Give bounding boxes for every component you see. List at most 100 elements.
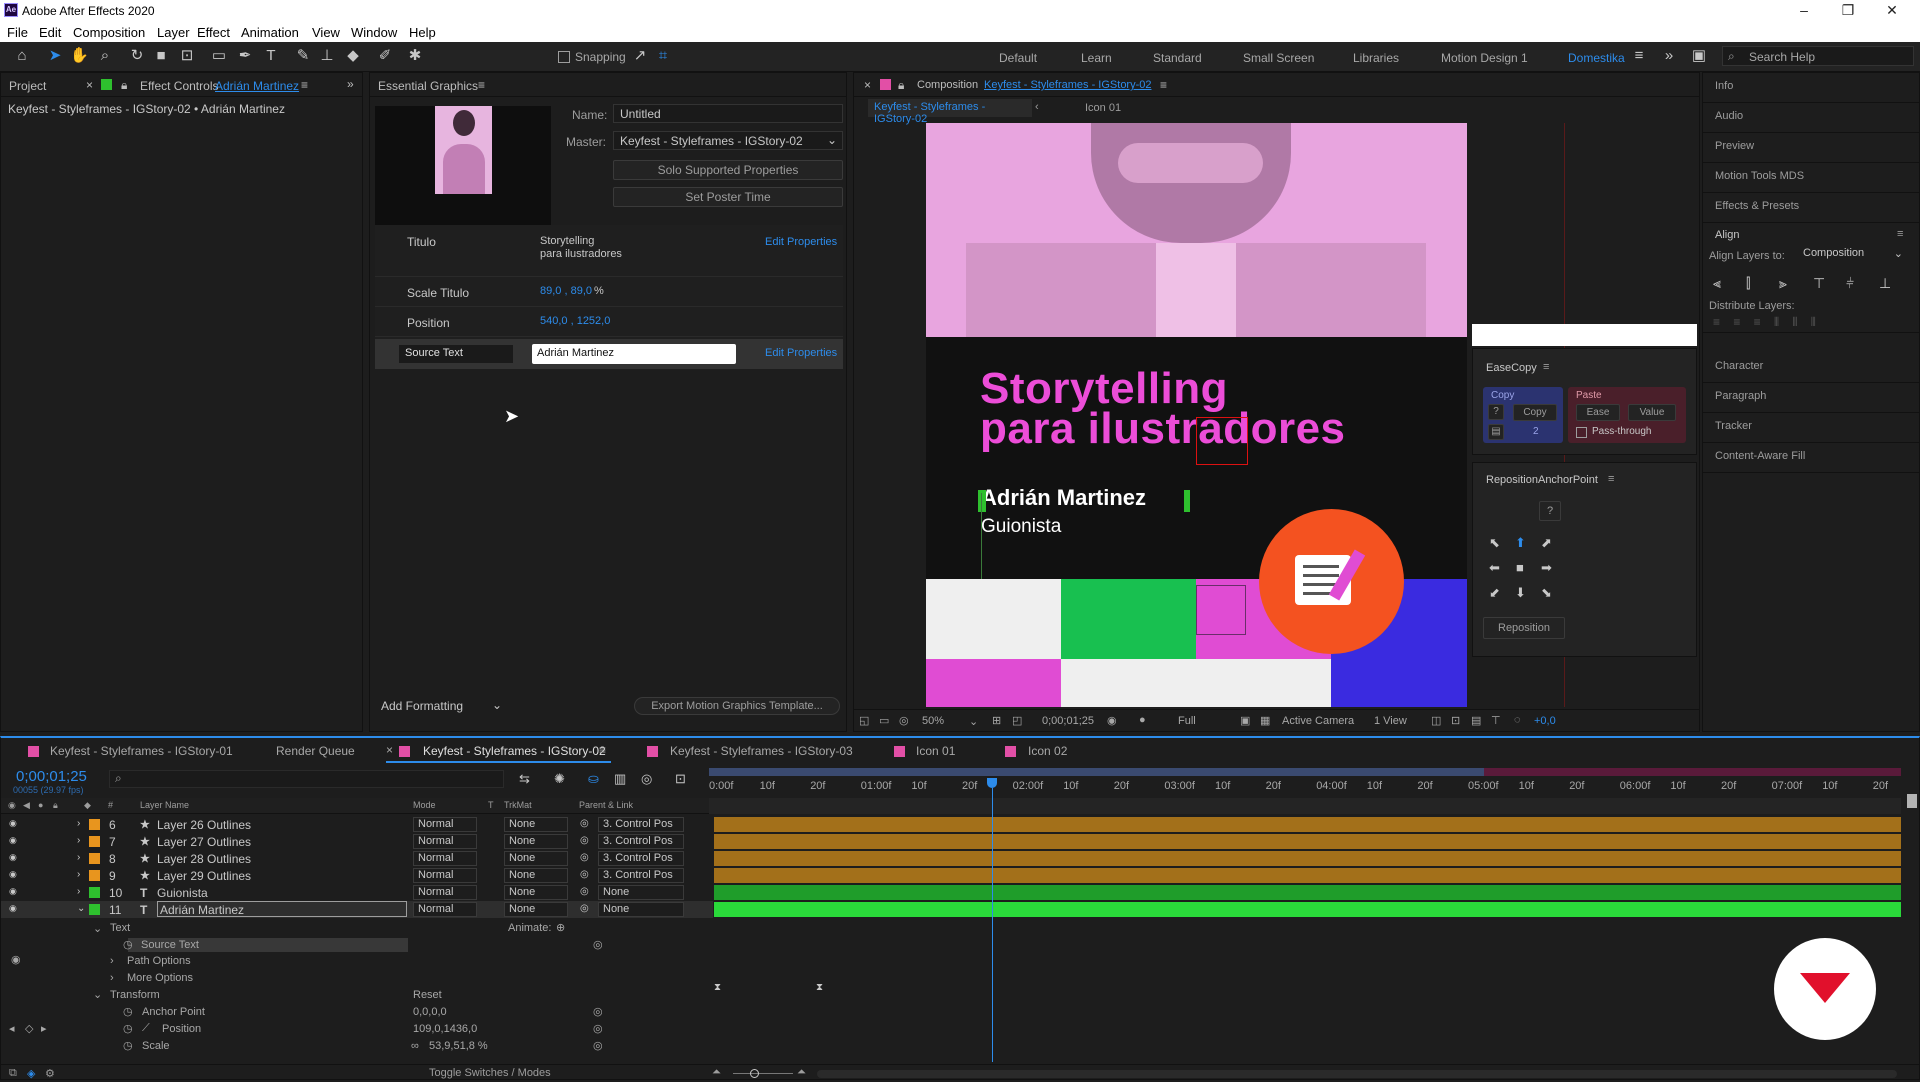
expand-arrow-icon[interactable]: › (77, 869, 80, 880)
shy-layers-icon[interactable]: ⛀ (588, 771, 599, 787)
align-layers-to-dropdown[interactable]: Composition ⌄ (1799, 247, 1905, 263)
align-v-center-icon[interactable]: ⫩ (1846, 275, 1854, 292)
layer-mode-dropdown[interactable]: Normal (413, 885, 477, 900)
workspace-domestika[interactable]: Domestika (1568, 51, 1625, 65)
layer-color-label[interactable] (89, 904, 100, 915)
expand-arrow-icon[interactable]: ⌄ (77, 903, 85, 914)
pen-tool-icon[interactable]: ✒ (236, 47, 254, 65)
toggle-switches-modes-button[interactable]: Toggle Switches / Modes (429, 1067, 551, 1079)
pickwhip-icon[interactable]: ◎ (580, 903, 589, 914)
expand-arrow-icon[interactable]: › (77, 886, 80, 897)
tab-effect-controls[interactable]: Effect Controls (140, 79, 218, 93)
edit-properties-link[interactable]: Edit Properties (765, 347, 837, 359)
layer-mode-dropdown[interactable]: Normal (413, 851, 477, 866)
snapshot-icon[interactable]: ◉ (1107, 714, 1117, 727)
scale-value[interactable]: 53,9,51,8 % (429, 1040, 488, 1052)
pan-behind-tool-icon[interactable]: ⊡ (178, 47, 196, 65)
animate-add-icon[interactable]: ⊕ (556, 921, 565, 934)
menu-composition[interactable]: Composition (73, 25, 145, 40)
comp-name-text[interactable]: Adrián Martinez (981, 485, 1146, 511)
layer-mode-dropdown[interactable]: Normal (413, 902, 477, 917)
solo-supported-properties-button[interactable]: Solo Supported Properties (613, 160, 843, 180)
name-field[interactable]: Untitled (613, 104, 843, 123)
anchor-bottom-right-icon[interactable]: ⬊ (1541, 585, 1552, 601)
ease-button[interactable]: Ease (1576, 404, 1620, 421)
pickwhip-icon[interactable]: ◎ (593, 938, 603, 951)
stopwatch-icon[interactable]: ◷ (123, 1005, 133, 1018)
toggle-pixel-icon[interactable]: ◫ (1431, 714, 1441, 727)
timeline-tab-icon-02[interactable]: Icon 02 (1028, 744, 1067, 758)
work-area-range[interactable] (709, 768, 1484, 776)
viewer-timecode[interactable]: 0;00;01;25 (1042, 715, 1094, 727)
pickwhip-icon[interactable]: ◎ (580, 852, 589, 863)
zoom-in-icon[interactable]: ⏶ (797, 1066, 806, 1079)
layer-mode-dropdown[interactable]: Normal (413, 834, 477, 849)
panel-character[interactable]: Character (1703, 353, 1919, 383)
close-tab-icon[interactable]: × (864, 78, 871, 92)
layer-parent-dropdown[interactable]: 3. Control Pos (598, 834, 684, 849)
add-formatting-dropdown[interactable]: Add Formatting ⌄ (375, 697, 506, 715)
comp-mini-flowchart-icon[interactable]: ⇆ (519, 771, 530, 787)
panel-menu-icon[interactable]: ≡ (478, 78, 485, 92)
menu-edit[interactable]: Edit (39, 25, 61, 40)
edit-properties-link[interactable]: Edit Properties (765, 236, 837, 248)
composition-tab-name[interactable]: Keyfest - Styleframes - IGStory-02 (984, 79, 1152, 91)
camera-dropdown[interactable]: Active Camera (1282, 715, 1354, 727)
time-ruler[interactable]: 0:00f 10f 20f 01:00f 10f 20f 02:00f 10f 20f 03:00… (707, 768, 1907, 814)
expand-arrow-icon[interactable]: › (110, 955, 114, 967)
pickwhip-icon[interactable]: ◎ (580, 869, 589, 880)
layer-parent-dropdown[interactable]: None (598, 902, 684, 917)
add-keyframe-icon[interactable]: ◇ (25, 1022, 33, 1035)
layer-color-label[interactable] (89, 819, 100, 830)
eye-icon[interactable]: ◉ (11, 953, 21, 966)
pass-through-checkbox[interactable] (1576, 427, 1587, 438)
always-preview-icon[interactable]: ◱ (859, 714, 869, 727)
menu-file[interactable]: File (7, 25, 28, 40)
panel-menu-icon[interactable]: ≡ (1160, 78, 1167, 92)
magnification-dropdown[interactable]: 50% (922, 715, 944, 727)
source-text-label[interactable]: Source Text (141, 939, 199, 951)
path-options-label[interactable]: Path Options (127, 955, 191, 967)
eye-icon[interactable]: ◉ (9, 852, 17, 863)
mask-visibility-icon[interactable]: ◎ (899, 714, 909, 727)
layer-color-label[interactable] (89, 870, 100, 881)
composition-tab-label[interactable]: Composition (917, 79, 978, 91)
timeline-vertical-scroll-thumb[interactable] (1907, 794, 1917, 808)
copy-help-button[interactable]: ? (1488, 404, 1504, 420)
layer-name[interactable]: Layer 27 Outlines (157, 835, 251, 849)
reposition-help-button[interactable]: ? (1539, 501, 1561, 521)
transform-reset-link[interactable]: Reset (413, 989, 442, 1001)
panel-info[interactable]: Info (1703, 73, 1919, 103)
layer-name[interactable]: Layer 29 Outlines (157, 869, 251, 883)
layer-color-label[interactable] (89, 836, 100, 847)
home-icon[interactable]: ⌂ (13, 47, 31, 65)
layer-name[interactable]: Layer 26 Outlines (157, 818, 251, 832)
position-value[interactable]: 109,0,1436,0 (413, 1023, 477, 1035)
layer-duration-bar[interactable] (714, 851, 1901, 866)
zoom-out-icon[interactable]: ⏶ (712, 1066, 721, 1079)
expand-arrow-icon[interactable]: ⌄ (93, 988, 102, 1001)
layer-trkmat-dropdown[interactable]: None (504, 868, 568, 883)
lock-icon[interactable]: 🔒︎ (121, 78, 127, 93)
layer-duration-bar[interactable] (714, 817, 1901, 832)
transfer-controls-icon[interactable]: ⚙ (45, 1067, 55, 1080)
brush-tool-icon[interactable]: ✎ (294, 47, 312, 65)
layer-name[interactable]: Guionista (157, 886, 208, 900)
lock-icon[interactable]: 🔒︎ (898, 78, 904, 93)
export-motion-graphics-button[interactable]: Export Motion Graphics Template... (634, 697, 840, 715)
menu-view[interactable]: View (312, 25, 340, 40)
layer-duration-bar[interactable] (714, 834, 1901, 849)
comp-breadcrumb-2[interactable]: Icon 01 (1085, 102, 1121, 114)
pickwhip-icon[interactable]: ◎ (593, 1005, 603, 1018)
grid-icon[interactable]: ⊞ (992, 714, 1001, 727)
align-bottom-icon[interactable]: ⊥ (1879, 275, 1891, 292)
layer-parent-dropdown[interactable]: 3. Control Pos (598, 851, 684, 866)
menu-effect[interactable]: Effect (197, 25, 230, 40)
snap-grid-icon[interactable]: ⌗ (654, 47, 672, 65)
composition-canvas[interactable]: Storytelling para ilustradores Adrián Ma… (926, 123, 1467, 707)
layer-trkmat-dropdown[interactable]: None (504, 851, 568, 866)
position-value[interactable]: 540,0 , 1252,0 (540, 315, 610, 327)
roto-brush-tool-icon[interactable]: ✐ (376, 47, 394, 65)
maximize-button[interactable]: ❐ (1826, 0, 1870, 22)
clone-stamp-tool-icon[interactable]: ⊥ (318, 47, 336, 65)
